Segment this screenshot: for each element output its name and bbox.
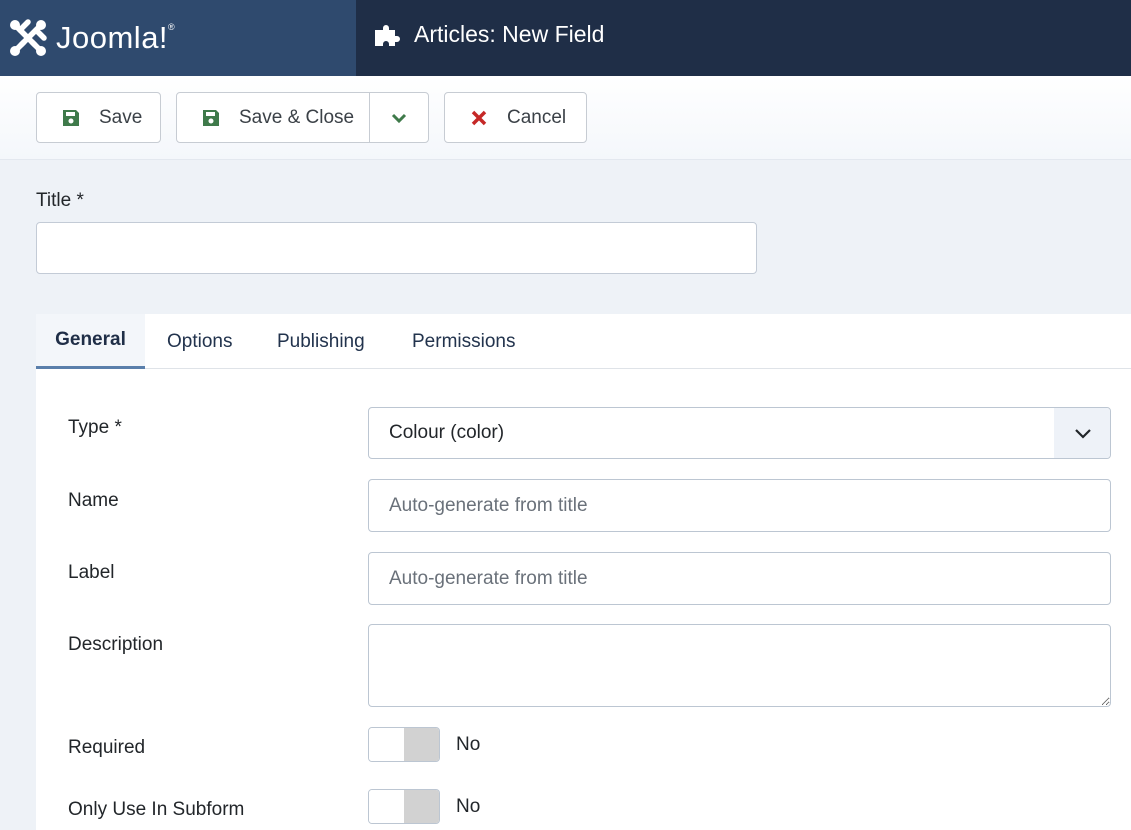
tab-publishing[interactable]: Publishing xyxy=(277,314,365,369)
save-label: Save xyxy=(99,106,143,128)
title-input[interactable] xyxy=(36,222,757,274)
label-input[interactable] xyxy=(368,552,1111,605)
tab-options[interactable]: Options xyxy=(167,314,232,369)
tab-bar: General Options Publishing Permissions xyxy=(36,314,1131,369)
toolbar: Save Save & Close Cancel xyxy=(0,76,1131,160)
puzzle-piece-icon xyxy=(375,25,400,46)
required-state: No xyxy=(456,734,481,755)
name-label: Name xyxy=(68,490,119,511)
tab-general[interactable]: General xyxy=(36,314,145,369)
save-button[interactable]: Save xyxy=(36,92,161,143)
floppy-disk-icon xyxy=(201,108,221,128)
page-heading: Articles: New Field xyxy=(375,0,604,68)
brand[interactable]: Joomla!® xyxy=(0,0,356,76)
description-textarea[interactable] xyxy=(368,624,1111,707)
brand-name: Joomla!® xyxy=(56,20,176,55)
required-toggle[interactable] xyxy=(368,727,440,762)
floppy-disk-icon xyxy=(61,108,81,128)
tab-permissions[interactable]: Permissions xyxy=(412,314,515,369)
description-label: Description xyxy=(68,634,164,655)
field-edit-panel: General Options Publishing Permissions T… xyxy=(36,314,1131,830)
save-close-label: Save & Close xyxy=(239,106,355,128)
only-subform-toggle[interactable] xyxy=(368,789,440,824)
save-options-dropdown-toggle[interactable] xyxy=(369,92,429,143)
x-icon xyxy=(469,108,489,128)
save-close-button[interactable]: Save & Close xyxy=(176,92,370,143)
type-select[interactable]: Colour (color) xyxy=(368,407,1111,459)
header: Joomla!® Articles: New Field xyxy=(0,0,1131,76)
required-label: Required xyxy=(68,737,146,758)
cancel-button[interactable]: Cancel xyxy=(444,92,587,143)
chevron-down-icon xyxy=(1074,429,1091,439)
name-input[interactable] xyxy=(368,479,1111,532)
joomla-logo-icon xyxy=(10,19,47,56)
label-label: Label xyxy=(68,562,115,583)
title-label: Title * xyxy=(36,190,84,211)
type-label: Type * xyxy=(68,417,122,438)
chevron-down-icon xyxy=(391,113,407,123)
only-subform-label: Only Use In Subform xyxy=(68,799,245,820)
cancel-label: Cancel xyxy=(507,106,567,128)
select-arrow[interactable] xyxy=(1054,408,1110,458)
type-selected-value: Colour (color) xyxy=(389,422,505,443)
page-title: Articles: New Field xyxy=(414,20,605,47)
only-subform-state: No xyxy=(456,796,481,817)
